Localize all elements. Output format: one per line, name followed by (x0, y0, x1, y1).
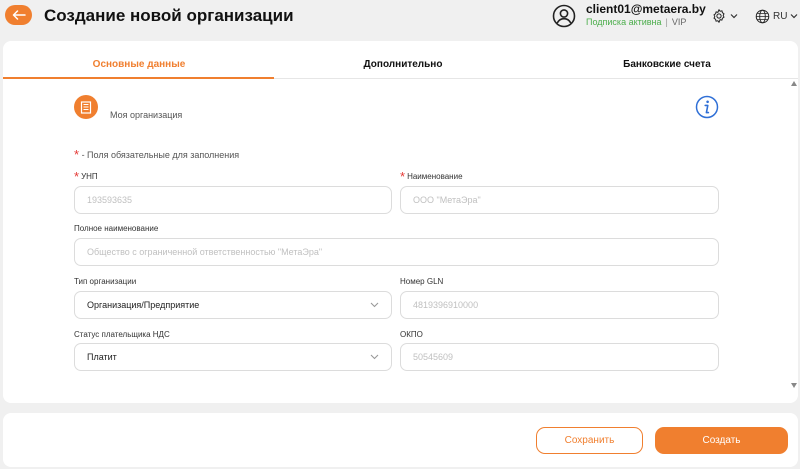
info-icon[interactable] (695, 95, 719, 119)
vat-status-label: Статус плательщика НДС (74, 330, 170, 339)
organization-form-card: Основные данные Дополнительно Банковские… (3, 41, 798, 403)
create-button[interactable]: Создать (655, 427, 788, 454)
org-type-select[interactable]: Организация/Предприятие (74, 291, 392, 319)
organization-avatar (74, 95, 98, 119)
org-type-label: Тип организации (74, 277, 137, 286)
arrow-left-icon (12, 10, 26, 20)
okpo-input[interactable]: 50545609 (400, 343, 719, 371)
org-type-value: Организация/Предприятие (87, 300, 200, 310)
back-button[interactable] (5, 5, 32, 25)
name-input[interactable]: ООО "МетаЭра" (400, 186, 719, 214)
organization-name: Моя организация (110, 110, 183, 120)
unp-input[interactable]: 193593635 (74, 186, 392, 214)
full-name-input[interactable]: Общество с ограниченной ответственностью… (74, 238, 719, 266)
name-label: * Наименование (400, 167, 463, 184)
scroll-down-arrow[interactable] (791, 383, 797, 388)
vat-status-value: Платит (87, 352, 117, 362)
language-selector[interactable]: RU (755, 7, 798, 25)
top-header: Создание новой организации client01@meta… (0, 0, 800, 34)
form-footer: Сохранить Создать (3, 413, 798, 467)
okpo-label: ОКПО (400, 330, 423, 339)
unp-label-text: УНП (81, 172, 98, 181)
gln-label: Номер GLN (400, 277, 444, 286)
tab-main-data[interactable]: Основные данные (93, 59, 186, 70)
save-button[interactable]: Сохранить (536, 427, 643, 454)
tab-bank-accounts[interactable]: Банковские счета (623, 59, 711, 70)
tab-bar: Основные данные Дополнительно Банковские… (3, 41, 798, 79)
vat-status-select[interactable]: Платит (74, 343, 392, 371)
required-star: * (74, 169, 80, 184)
subscription-separator: | (665, 17, 668, 27)
gln-input[interactable]: 4819396910000 (400, 291, 719, 319)
chevron-down-icon (370, 354, 379, 360)
subscription-status: Подписка активна (586, 17, 662, 27)
building-icon (80, 100, 92, 114)
page-title: Создание новой организации (44, 6, 294, 25)
name-label-text: Наименование (407, 172, 463, 181)
chevron-down-icon (370, 302, 379, 308)
full-name-label: Полное наименование (74, 224, 159, 233)
tab-additional[interactable]: Дополнительно (364, 59, 443, 70)
required-note-text: - Поля обязательные для заполнения (79, 150, 240, 160)
user-email[interactable]: client01@metaera.by (586, 2, 706, 16)
required-fields-note: * - Поля обязательные для заполнения (74, 146, 240, 162)
settings-menu[interactable] (711, 7, 738, 25)
chevron-down-icon (730, 14, 738, 19)
chevron-down-icon (791, 14, 798, 19)
subscription-info: Подписка активна | VIP (586, 17, 686, 27)
required-star: * (74, 147, 80, 162)
globe-icon (755, 9, 770, 23)
scroll-up-arrow[interactable] (791, 81, 797, 86)
language-label: RU (773, 10, 788, 22)
subscription-plan: VIP (671, 17, 687, 27)
unp-label: * УНП (74, 167, 98, 184)
user-circle-icon[interactable] (552, 4, 576, 28)
required-star: * (400, 169, 406, 184)
gear-icon (713, 9, 725, 23)
active-tab-indicator (3, 77, 274, 79)
